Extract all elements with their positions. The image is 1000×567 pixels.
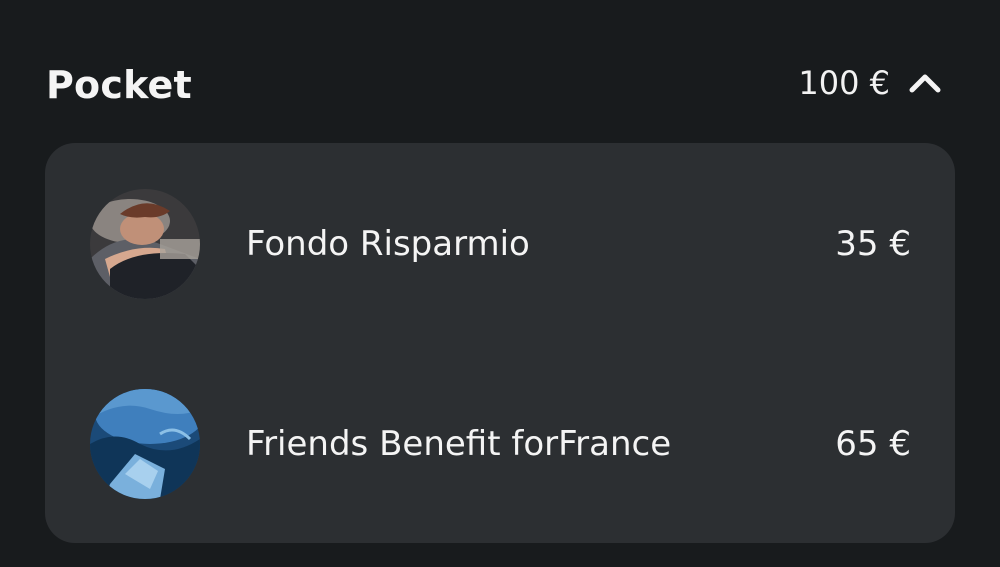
pocket-title: Pocket <box>46 62 192 107</box>
pocket-total: 100 € <box>798 64 890 102</box>
pocket-item-amount: 35 € <box>835 224 911 264</box>
chevron-up-icon[interactable] <box>908 72 942 94</box>
pocket-list-card: Fondo Risparmio 35 € Friends Benefit for… <box>45 143 955 543</box>
pocket-item-amount: 65 € <box>835 424 911 464</box>
ice-photo-avatar <box>90 389 200 499</box>
pocket-item-name: Fondo Risparmio <box>246 224 530 264</box>
person-photo-avatar <box>90 189 200 299</box>
pocket-header: Pocket 100 € <box>46 48 942 118</box>
pocket-item[interactable]: Fondo Risparmio 35 € <box>45 188 955 300</box>
pocket-collapse-toggle[interactable]: 100 € <box>798 67 942 99</box>
pocket-item[interactable]: Friends Benefit forFrance 65 € <box>45 388 955 500</box>
pocket-item-name: Friends Benefit forFrance <box>246 424 672 464</box>
